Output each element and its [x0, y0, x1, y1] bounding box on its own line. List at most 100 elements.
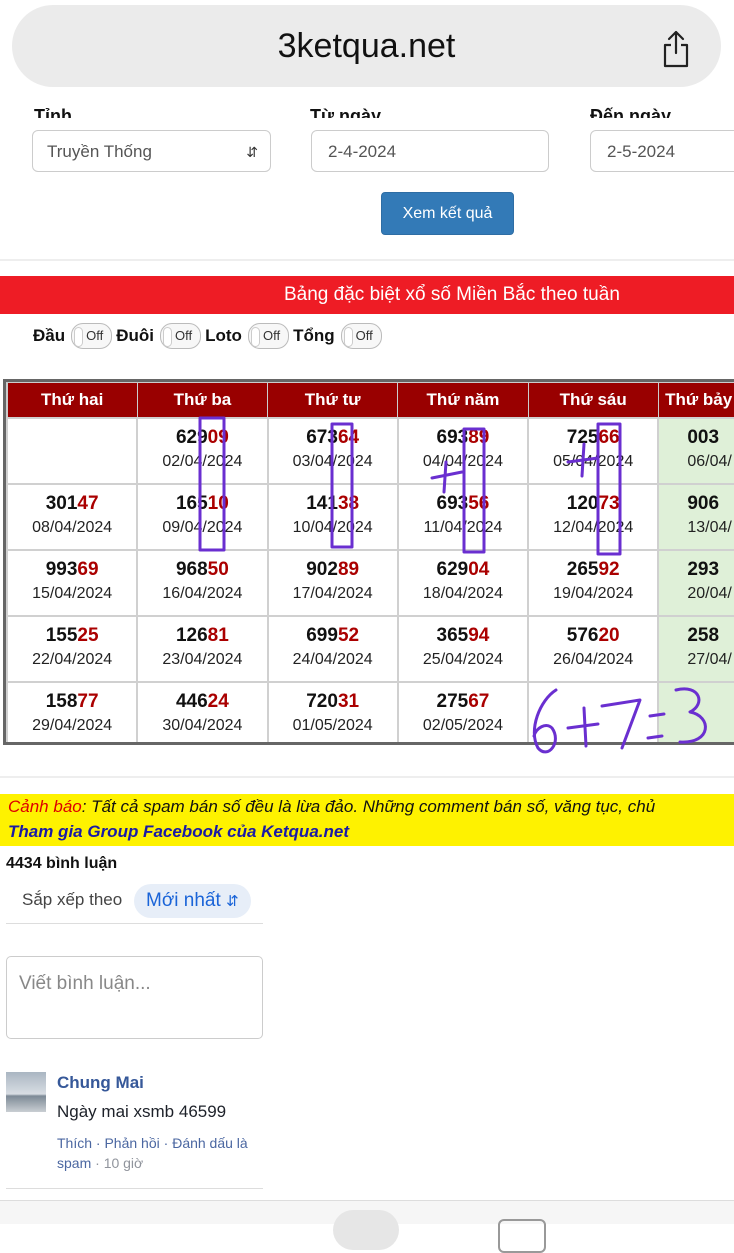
result-number: 15525 [8, 625, 136, 647]
number-tail: 73 [598, 493, 620, 514]
number-head: 693 [436, 427, 469, 448]
divider [0, 776, 734, 778]
toggle-loto[interactable]: Off [247, 323, 290, 349]
toggle-label-loto: Loto [205, 326, 242, 345]
number-tail: 24 [207, 691, 229, 712]
result-cell: 62904 18/04/2024 [396, 549, 530, 617]
result-date: 23/04/2024 [162, 651, 243, 668]
result-cell: 36594 25/04/2024 [396, 615, 530, 683]
result-date: 03/04/2024 [292, 453, 373, 470]
result-cell [657, 681, 734, 742]
number-head: 576 [566, 625, 599, 646]
number-tail: 38 [337, 493, 360, 514]
number-head: 265 [566, 559, 599, 580]
sort-select[interactable]: Mới nhất ⇵ [134, 884, 251, 918]
number-tail: 31 [337, 691, 360, 712]
result-cell: 69356 11/04/2024 [396, 483, 530, 551]
reply-link[interactable]: Phản hồi [104, 1135, 159, 1151]
comment-count: 4434 bình luận [6, 855, 118, 872]
address-bar[interactable]: 3ketqua.net [12, 5, 721, 87]
avatar[interactable] [6, 1072, 46, 1112]
column-header: Thứ năm [397, 382, 529, 419]
result-number: 36594 [399, 625, 527, 647]
result-number: 258 [687, 625, 734, 647]
result-number: 62904 [399, 559, 527, 581]
column-header: Thứ sáu [527, 382, 659, 419]
result-cell: 90289 17/04/2024 [266, 549, 399, 617]
from-date-input[interactable]: 2-4-2024 [311, 130, 549, 172]
number-tail: 04 [468, 559, 490, 580]
number-head: 629 [436, 559, 469, 580]
number-tail: 64 [337, 427, 360, 448]
province-select[interactable]: Truyền Thống ⇵ [32, 130, 271, 172]
number-head: 629 [175, 427, 208, 448]
results-table: Thứ hai Thứ ba Thứ tư Thứ năm Thứ sáu Thứ bảy… [6, 382, 734, 742]
number-head: 968 [175, 559, 208, 580]
result-number: 69389 [399, 427, 527, 449]
result-cell: 906 13/04/ [657, 483, 734, 551]
sort-label: Sắp xếp theo [22, 890, 123, 909]
result-number: 003 [687, 427, 734, 449]
number-head: 158 [45, 691, 78, 712]
column-header: Thứ hai [6, 382, 138, 419]
result-date: 22/04/2024 [32, 651, 113, 668]
result-number: 14138 [269, 493, 397, 515]
result-date: 16/04/2024 [162, 585, 243, 602]
result-date: 01/05/2024 [292, 717, 373, 734]
toggle-label-tong: Tổng [293, 326, 335, 345]
number-head: 258 [687, 625, 720, 646]
result-number: 57620 [529, 625, 657, 647]
table-row: 30147 08/04/2024 16510 09/04/2024 14138 10/04… [6, 483, 734, 551]
result-date: 10/04/2024 [292, 519, 373, 536]
result-number: 12073 [529, 493, 657, 515]
number-head: 725 [566, 427, 599, 448]
number-tail: 77 [77, 691, 99, 712]
result-date: 02/05/2024 [422, 717, 503, 734]
number-head: 693 [436, 493, 469, 514]
comment-author[interactable]: Chung Mai [57, 1073, 144, 1093]
tabs-icon[interactable] [498, 1219, 546, 1253]
result-number: 26592 [529, 559, 657, 581]
table-row: 15525 22/04/2024 12681 23/04/2024 69952 24/04… [6, 615, 734, 683]
number-tail: 81 [207, 625, 229, 646]
toggle-bar: Đầu Off Đuôi Off Loto Off Tổng Off [33, 322, 386, 350]
result-date: 19/04/2024 [553, 585, 634, 602]
comment-actions: Thích · Phản hồi · Đánh dấu là spam · 10… [57, 1135, 248, 1171]
result-date: 12/04/2024 [553, 519, 634, 536]
table-title: Bảng đặc biệt xổ số Miền Bắc theo tuần [284, 284, 620, 305]
result-cell: 16510 09/04/2024 [136, 483, 269, 551]
view-results-button[interactable]: Xem kết quả [381, 192, 514, 235]
bottom-toolbar [0, 1200, 734, 1253]
facebook-group-link[interactable]: Tham gia Group Facebook của Ketqua.net [8, 822, 349, 842]
home-indicator-icon[interactable] [333, 1210, 399, 1250]
result-cell: 27567 02/05/2024 [396, 681, 530, 742]
result-cell: 293 20/04/ [657, 549, 734, 617]
result-cell: 69389 04/04/2024 [396, 417, 530, 485]
result-cell: 72031 01/05/2024 [266, 681, 399, 742]
to-date-input[interactable]: 2-5-2024 [590, 130, 734, 172]
comment-input[interactable]: Viết bình luận... [6, 956, 263, 1039]
table-row: 99369 15/04/2024 96850 16/04/2024 90289 17/04… [6, 549, 734, 617]
result-number: 906 [687, 493, 734, 515]
result-date: 25/04/2024 [422, 651, 503, 668]
share-icon[interactable] [661, 29, 691, 69]
result-cell: 15877 29/04/2024 [6, 681, 139, 742]
number-head: 126 [175, 625, 208, 646]
result-cell: 96850 16/04/2024 [136, 549, 269, 617]
result-cell: 69952 24/04/2024 [266, 615, 399, 683]
number-tail: 10 [207, 493, 229, 514]
result-date: 08/04/2024 [32, 519, 113, 536]
result-date: 06/04/ [687, 453, 732, 470]
divider [6, 1188, 263, 1189]
number-tail: 66 [598, 427, 620, 448]
number-head: 003 [687, 427, 720, 448]
toggle-duoi[interactable]: Off [160, 323, 202, 349]
toggle-dau[interactable]: Off [71, 323, 113, 349]
result-cell: 30147 08/04/2024 [6, 483, 139, 551]
column-header: Thứ bảy [657, 382, 734, 419]
result-number: 99369 [8, 559, 136, 581]
toggle-tong[interactable]: Off [340, 323, 382, 349]
url-text[interactable]: 3ketqua.net [12, 27, 721, 66]
number-tail: 09 [207, 427, 229, 448]
like-link[interactable]: Thích [57, 1135, 92, 1151]
